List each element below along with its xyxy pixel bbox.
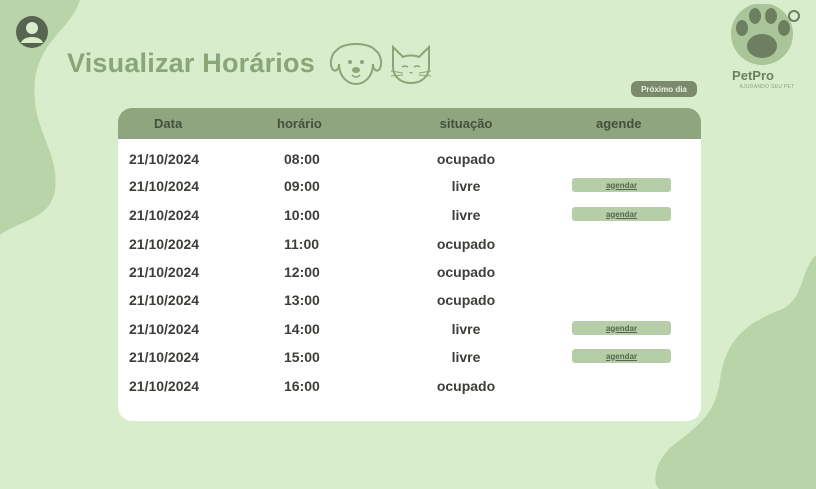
cell-time: 08:00 [284,151,320,167]
cell-time: 10:00 [284,207,320,223]
cell-status: ocupado [436,378,496,394]
column-header-time: horário [277,116,322,131]
table-row: 21/10/2024 16:00 ocupado [118,378,701,406]
cell-time: 11:00 [284,236,320,252]
cell-date: 21/10/2024 [129,151,200,167]
table-row: 21/10/2024 10:00 livre agendar [118,207,701,235]
table-row: 21/10/2024 08:00 ocupado [118,151,701,179]
cell-date: 21/10/2024 [129,349,200,365]
cat-icon [390,44,432,85]
cell-status: livre [451,321,481,337]
column-header-date: Data [154,116,183,131]
table-row: 21/10/2024 11:00 ocupado [118,236,701,264]
cell-date: 21/10/2024 [129,178,200,194]
cell-date: 21/10/2024 [129,292,200,308]
cell-status: livre [451,207,481,223]
book-button[interactable]: agendar [572,349,671,363]
table-row: 21/10/2024 13:00 ocupado [118,292,701,320]
table-row: 21/10/2024 15:00 livre agendar [118,349,701,377]
book-button[interactable]: agendar [572,321,671,335]
user-avatar-icon[interactable] [15,15,49,49]
dog-icon [329,43,383,86]
cell-date: 21/10/2024 [129,321,200,337]
page-title: Visualizar Horários [67,48,315,78]
cell-status: ocupado [436,236,496,252]
table-row: 21/10/2024 09:00 livre agendar [118,178,701,206]
cell-time: 09:00 [284,178,320,194]
logo-name: PetPro [732,68,774,83]
cell-date: 21/10/2024 [129,378,200,394]
column-header-status: situação [439,116,493,131]
cell-date: 21/10/2024 [129,207,200,223]
cell-time: 14:00 [284,321,320,337]
column-header-book: agende [596,116,642,131]
book-button[interactable]: agendar [572,178,671,192]
book-button[interactable]: agendar [572,207,671,221]
cell-status: ocupado [436,292,496,308]
schedule-table: Data horário situação agende 21/10/2024 0… [118,108,701,421]
cell-date: 21/10/2024 [129,236,200,252]
table-row: 21/10/2024 14:00 livre agendar [118,321,701,349]
next-day-button[interactable]: Próximo dia [631,81,697,97]
cell-status: livre [451,349,481,365]
cell-time: 13:00 [284,292,320,308]
cell-status: ocupado [436,264,496,280]
paw-logo-icon [731,4,800,65]
cell-time: 12:00 [284,264,320,280]
cell-status: livre [451,178,481,194]
logo-tagline: AJUDANDO SEU PET [739,84,795,90]
cell-date: 21/10/2024 [129,264,200,280]
table-row: 21/10/2024 12:00 ocupado [118,264,701,292]
cell-time: 15:00 [284,349,320,365]
table-header: Data horário situação agende [118,108,701,139]
cell-time: 16:00 [284,378,320,394]
cell-status: ocupado [436,151,496,167]
